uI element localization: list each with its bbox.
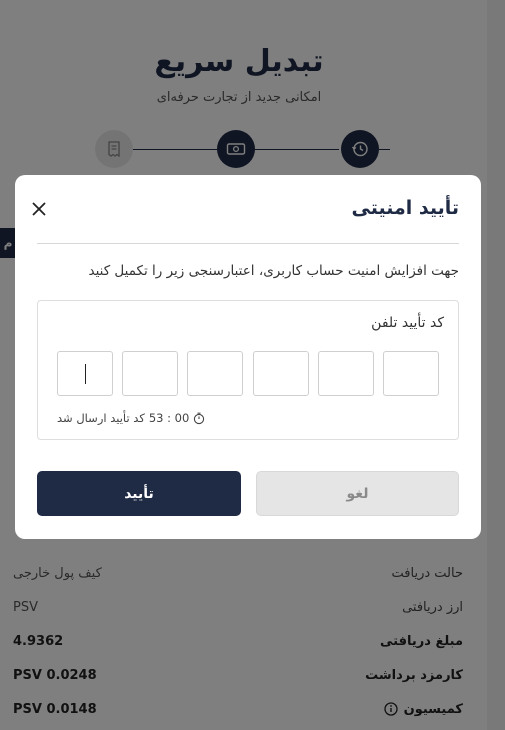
otp-digit-input[interactable] [318,351,374,396]
text-cursor [85,364,86,384]
otp-digit-input[interactable] [383,351,439,396]
otp-status-text: کد تأیید ارسال شد [57,411,145,425]
close-icon[interactable] [31,201,47,217]
otp-digit-input[interactable] [57,351,113,396]
otp-label: کد تأیید تلفن [371,315,444,331]
divider [37,243,459,244]
close-button[interactable] [31,201,47,217]
cancel-button[interactable]: لغو [256,471,459,516]
dialog-title: تأیید امنیتی [351,197,459,219]
otp-timer: 53 : 00 [148,411,190,425]
otp-status: کد تأیید ارسال شد 53 : 00 [57,411,205,425]
otp-digit-input[interactable] [122,351,178,396]
otp-digit-input[interactable] [253,351,309,396]
security-verification-dialog: تأیید امنیتی جهت افزایش امنیت حساب کاربر… [15,175,481,539]
timer-icon [194,412,205,424]
otp-digit-input[interactable] [187,351,243,396]
confirm-button[interactable]: تأیید [37,471,241,516]
dialog-description: جهت افزایش امنیت حساب کاربری، اعتبارسنجی… [88,263,459,279]
otp-section: کد تأیید تلفن کد تأیید ارسال شد 53 : 00 [37,300,459,440]
